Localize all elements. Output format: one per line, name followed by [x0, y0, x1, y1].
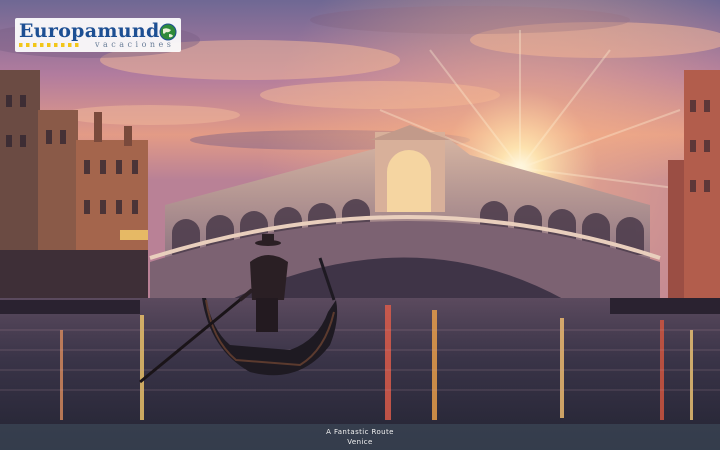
caption-location: Venice: [347, 438, 373, 446]
europamund-logo: Europamund vacaciones: [15, 18, 181, 52]
slide: Europamund vacaciones A Fantastic Route …: [0, 0, 720, 450]
caption-bar: A Fantastic Route Venice: [0, 424, 720, 450]
logo-wordmark: Europamund: [19, 20, 160, 42]
logo-stars-stripe: [19, 43, 79, 47]
globe-icon: [159, 23, 177, 41]
caption-title: A Fantastic Route: [326, 428, 394, 436]
venice-photo: [0, 0, 720, 450]
logo-tagline: vacaciones: [95, 40, 175, 49]
